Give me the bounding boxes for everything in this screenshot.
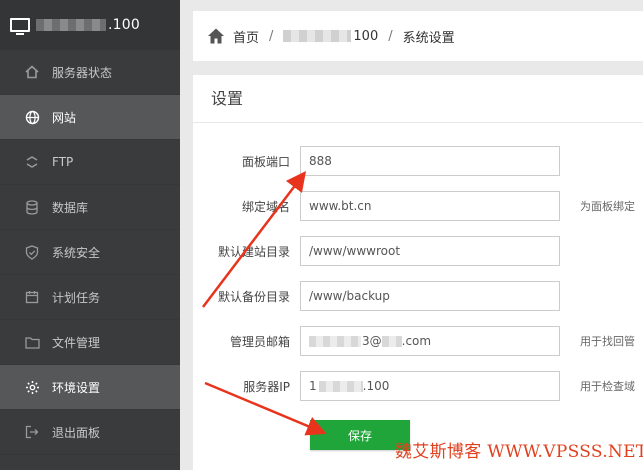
site-dir-input[interactable]: /www/wwwroot [300,236,560,266]
logout-icon [24,424,40,440]
ip-value-start: 1 [309,379,317,393]
breadcrumb-separator: / [388,28,393,44]
field-label: 面板端口 [241,154,290,169]
calendar-icon [24,289,40,305]
form-row-backup-dir: 默认备份目录 /www/backup [193,281,643,311]
form-row-email: 管理员邮箱 3@ .com 用于找回管 [193,326,643,356]
field-hint: 用于找回管 [580,335,635,348]
breadcrumb-separator: / [269,28,274,44]
sidebar-item-cron[interactable]: 计划任务 [0,275,180,320]
sidebar-item-website[interactable]: 网站 [0,95,180,140]
sidebar: .100 服务器状态 网站 FTP 数据库 系统安全 计划任务 文件管理 环境设… [0,0,180,470]
server-ip-input[interactable]: 1 .100 [300,371,560,401]
form-row-server-ip: 服务器IP 1 .100 用于检查域 [193,371,643,401]
sidebar-item-settings[interactable]: 环境设置 [0,365,180,410]
sidebar-item-label: 服务器状态 [52,65,113,80]
form-row-site-dir: 默认建站目录 /www/wwwroot [193,236,643,266]
home-icon [24,64,40,80]
masked-ip [36,19,106,31]
gear-icon [24,379,40,395]
form-row-domain: 绑定域名 www.bt.cn 为面板绑定 [193,191,643,221]
masked-text [309,335,361,347]
sidebar-item-label: 文件管理 [52,335,101,350]
field-hint: 为面板绑定 [580,200,635,213]
globe-icon [24,109,40,125]
sidebar-brand: .100 [0,0,180,50]
email-value-end: .com [401,334,432,348]
sidebar-item-logout[interactable]: 退出面板 [0,410,180,455]
sidebar-item-label: 数据库 [52,200,89,215]
breadcrumb-home-link[interactable]: 首页 [233,27,259,46]
field-label: 默认备份目录 [217,289,290,304]
panel-port-input[interactable]: 888 [300,146,560,176]
backup-dir-input[interactable]: /www/backup [300,281,560,311]
field-hint: 用于检查域 [580,380,635,393]
sidebar-item-server-status[interactable]: 服务器状态 [0,50,180,95]
masked-ip [283,30,352,42]
breadcrumb-server-link[interactable]: 100 [353,29,378,44]
admin-email-input[interactable]: 3@ .com [300,326,560,356]
email-value-mid: 3@ [362,334,382,348]
field-label: 默认建站目录 [217,244,290,259]
sidebar-item-security[interactable]: 系统安全 [0,230,180,275]
field-label: 管理员邮箱 [229,334,290,349]
masked-text [318,380,363,392]
sidebar-item-database[interactable]: 数据库 [0,185,180,230]
sidebar-item-label: 系统安全 [52,245,101,260]
masked-text [381,335,402,347]
sidebar-item-label: 环境设置 [52,380,101,395]
sidebar-item-label: 退出面板 [52,425,101,440]
form-row-port: 面板端口 888 [193,146,643,176]
breadcrumb-current: 系统设置 [402,30,455,46]
sidebar-item-files[interactable]: 文件管理 [0,320,180,365]
bind-domain-input[interactable]: www.bt.cn [300,191,560,221]
field-label: 绑定域名 [241,199,290,214]
page-title: 设置 [193,75,643,123]
server-ip-label: .100 [108,17,140,33]
folder-icon [24,334,40,350]
watermark-text: 魏艾斯博客 WWW.VPSSS.NET [395,442,643,462]
sidebar-item-label: 网站 [52,110,77,125]
settings-panel: 设置 面板端口 888 绑定域名 www.bt.cn 为面板绑定 默认建站目录 … [193,75,643,470]
ip-value-end: .100 [362,379,390,393]
ftp-icon [24,154,40,170]
sidebar-item-label: 计划任务 [52,290,101,305]
sidebar-item-label: FTP [52,155,74,169]
database-icon [24,199,40,215]
breadcrumb: 首页 / 100 / 系统设置 [193,11,643,61]
shield-icon [24,244,40,260]
monitor-icon [10,18,30,35]
sidebar-item-ftp[interactable]: FTP [0,140,180,185]
field-label: 服务器IP [243,379,290,394]
home-icon[interactable] [207,27,225,45]
